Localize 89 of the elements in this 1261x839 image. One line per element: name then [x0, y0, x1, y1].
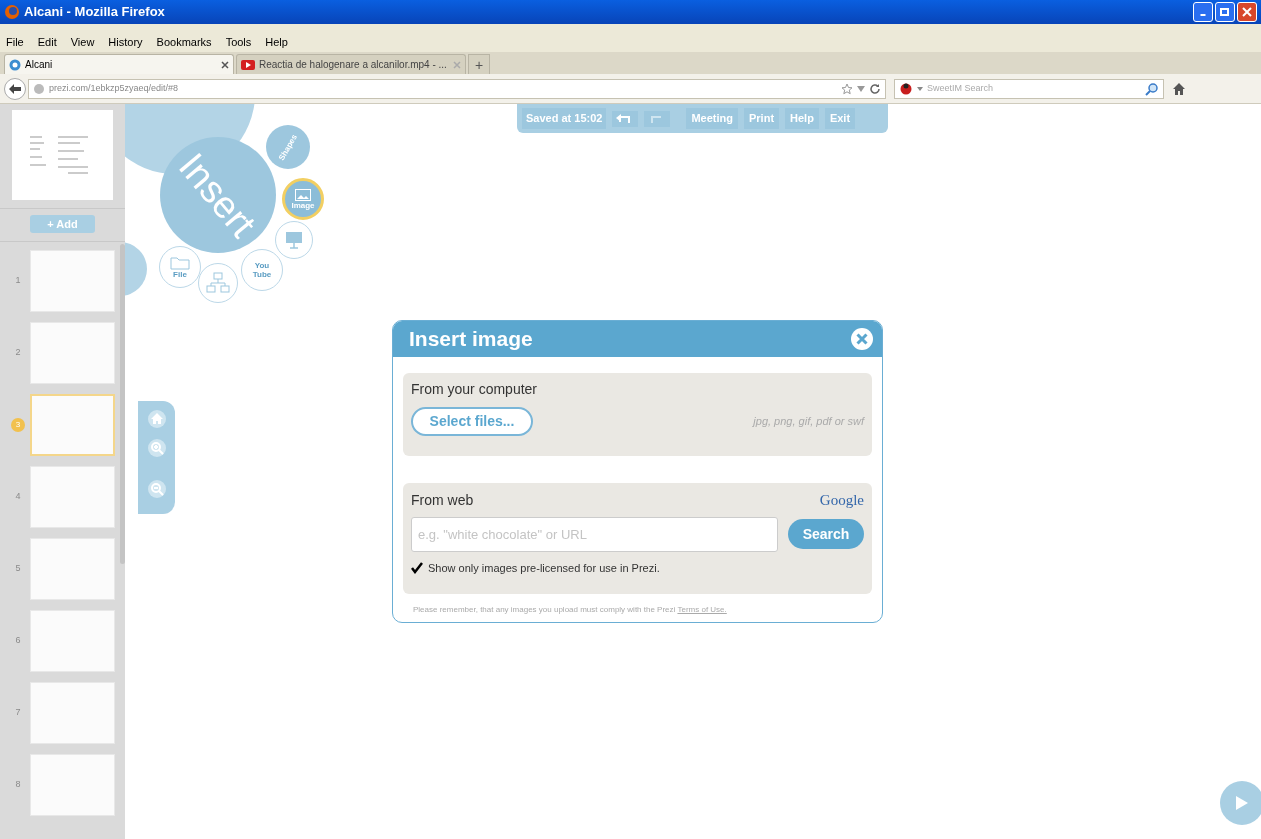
- format-hint: jpg, png, gif, pdf or swf: [753, 414, 864, 430]
- undo-icon[interactable]: [612, 110, 639, 127]
- play-button[interactable]: [1220, 781, 1261, 825]
- slide-thumbnail[interactable]: [30, 682, 115, 744]
- dialog-title: Insert image: [409, 326, 533, 353]
- image-search-field[interactable]: e.g. "white chocolate" or URL: [411, 516, 778, 552]
- zoom-in-icon[interactable]: [146, 438, 167, 458]
- redo-icon[interactable]: [644, 110, 671, 127]
- tab-label: Alcani: [25, 58, 53, 72]
- search-field[interactable]: SweetIM Search: [894, 78, 1164, 99]
- menu-item[interactable]: Bookmarks: [156, 33, 212, 50]
- save-status: Saved at 15:02: [522, 108, 607, 129]
- file-label: File: [172, 269, 188, 279]
- slide-thumbnail[interactable]: [30, 754, 115, 816]
- menu-item[interactable]: Tools: [225, 33, 252, 50]
- image-bubble[interactable]: Image: [282, 178, 324, 220]
- presentation-bubble[interactable]: [275, 221, 313, 259]
- toolbar-button[interactable]: Print: [744, 108, 780, 129]
- slide-thumbnail[interactable]: [30, 538, 115, 600]
- dropdown-icon[interactable]: [857, 85, 865, 92]
- search-button[interactable]: Search: [788, 519, 864, 549]
- browser-tab[interactable]: Reactia de halogenare a alcanilor.mp4 - ...: [236, 54, 466, 74]
- slide-number: 7: [14, 706, 22, 720]
- window-title: Alcani - Mozilla Firefox: [24, 3, 165, 22]
- back-button[interactable]: [4, 77, 26, 100]
- section-heading: From web: [411, 490, 474, 510]
- slide-thumbnail[interactable]: [30, 394, 115, 456]
- play-icon: [1235, 795, 1249, 811]
- youtube-bubble[interactable]: You Tube: [241, 249, 283, 291]
- slide-number: 5: [14, 562, 22, 576]
- license-label: Show only images pre-licensed for use in Prezi.: [428, 560, 660, 576]
- close-button[interactable]: [1237, 2, 1257, 22]
- image-label: Image: [290, 200, 316, 210]
- slide-thumbnail[interactable]: [30, 466, 115, 528]
- menu-item[interactable]: Edit: [37, 33, 57, 50]
- file-bubble[interactable]: File: [159, 246, 201, 288]
- toolbar-button[interactable]: Exit: [824, 108, 856, 129]
- overview-thumbnail[interactable]: [12, 110, 113, 200]
- slide-number-badge: 3: [11, 418, 25, 432]
- globe-icon: [33, 82, 45, 95]
- new-tab-button[interactable]: +: [468, 54, 490, 74]
- search-icon[interactable]: [1145, 81, 1159, 96]
- terms-link[interactable]: Terms of Use.: [677, 605, 727, 614]
- image-icon: [295, 188, 311, 201]
- back-arrow-icon: [9, 83, 21, 94]
- ladybug-icon: [899, 82, 913, 95]
- zoom-out-icon[interactable]: [146, 479, 167, 499]
- menu-item[interactable]: View: [70, 33, 95, 50]
- toolbar-button[interactable]: Help: [785, 108, 819, 129]
- section-heading: From your computer: [411, 380, 539, 399]
- terms-note: Please remember, that any images you upload must comply with the Prezi Terms of Use.: [412, 604, 728, 616]
- address-field[interactable]: prezi.com/1ebkzp5zyaeq/edit/#8: [28, 78, 886, 99]
- minimize-icon: [1198, 14, 1208, 16]
- firefox-icon: [4, 4, 20, 20]
- youtube-label: You Tube: [251, 261, 273, 279]
- search-input[interactable]: SweetIM Search: [927, 81, 1141, 96]
- slide-thumbnail[interactable]: [30, 250, 115, 312]
- provider-logo: Google: [819, 491, 864, 510]
- close-icon: [1242, 7, 1252, 17]
- dropdown-icon[interactable]: [917, 86, 923, 91]
- star-icon[interactable]: [841, 82, 853, 95]
- minimize-button[interactable]: [1193, 2, 1213, 22]
- folder-icon: [170, 255, 190, 270]
- video-icon: [241, 59, 255, 70]
- slide-number: 6: [14, 634, 22, 648]
- prezi-icon: [9, 58, 21, 71]
- home-icon[interactable]: [1172, 81, 1186, 96]
- presentation-icon: [284, 230, 304, 250]
- maximize-icon: [1220, 7, 1230, 17]
- reload-icon[interactable]: [869, 82, 881, 95]
- add-button[interactable]: + Add: [30, 215, 95, 233]
- license-checkbox[interactable]: [411, 561, 423, 574]
- slide-number: 1: [14, 274, 22, 288]
- toolbar-button[interactable]: Meeting: [686, 108, 738, 129]
- menu-item[interactable]: Help: [265, 33, 288, 50]
- select-files-button[interactable]: Select files...: [411, 407, 533, 436]
- slide-thumbnail[interactable]: [30, 610, 115, 672]
- slide-thumbnail[interactable]: [30, 322, 115, 384]
- browser-tab[interactable]: Alcani: [4, 54, 234, 74]
- menu-item[interactable]: History: [108, 33, 143, 50]
- slide-number: 8: [14, 778, 22, 792]
- diagram-icon: [206, 272, 230, 294]
- slide-number: 4: [14, 490, 22, 504]
- slide-number: 2: [14, 346, 22, 360]
- maximize-button[interactable]: [1215, 2, 1235, 22]
- close-icon[interactable]: [221, 60, 229, 69]
- tab-label: Reactia de halogenare a alcanilor.mp4 - ...: [259, 58, 447, 72]
- menu-item[interactable]: File: [6, 33, 24, 50]
- diagram-bubble[interactable]: [198, 263, 238, 303]
